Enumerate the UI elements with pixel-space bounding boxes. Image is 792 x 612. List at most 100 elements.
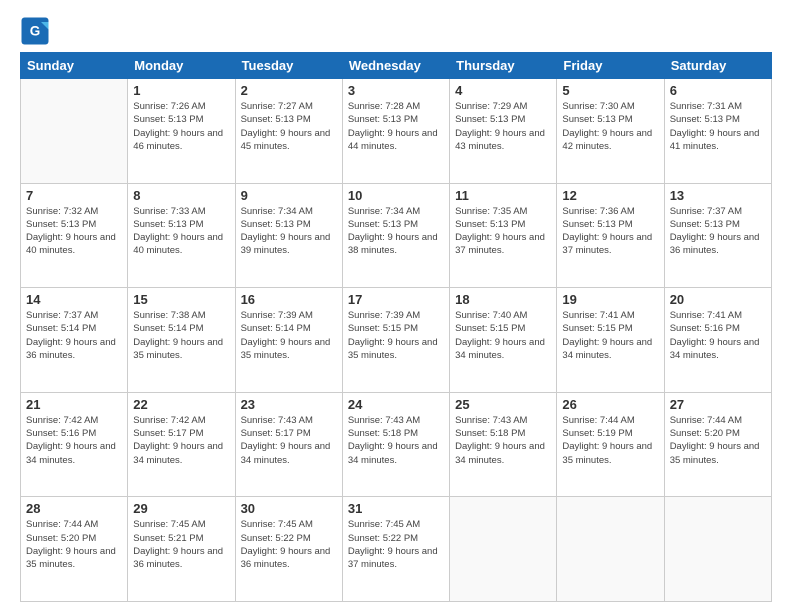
cell-info: Sunrise: 7:38 AMSunset: 5:14 PMDaylight:… bbox=[133, 310, 223, 361]
svg-text:G: G bbox=[30, 24, 41, 39]
day-number: 2 bbox=[241, 83, 337, 98]
cell-info: Sunrise: 7:44 AMSunset: 5:19 PMDaylight:… bbox=[562, 415, 652, 466]
table-row: 24 Sunrise: 7:43 AMSunset: 5:18 PMDaylig… bbox=[342, 392, 449, 497]
day-number: 25 bbox=[455, 397, 551, 412]
cell-info: Sunrise: 7:39 AMSunset: 5:15 PMDaylight:… bbox=[348, 310, 438, 361]
calendar-week-row: 1 Sunrise: 7:26 AMSunset: 5:13 PMDayligh… bbox=[21, 79, 772, 184]
table-row: 11 Sunrise: 7:35 AMSunset: 5:13 PMDaylig… bbox=[450, 183, 557, 288]
day-number: 28 bbox=[26, 501, 122, 516]
table-row: 16 Sunrise: 7:39 AMSunset: 5:14 PMDaylig… bbox=[235, 288, 342, 393]
table-row: 3 Sunrise: 7:28 AMSunset: 5:13 PMDayligh… bbox=[342, 79, 449, 184]
day-number: 17 bbox=[348, 292, 444, 307]
day-number: 11 bbox=[455, 188, 551, 203]
day-number: 27 bbox=[670, 397, 766, 412]
cell-info: Sunrise: 7:26 AMSunset: 5:13 PMDaylight:… bbox=[133, 101, 223, 152]
table-row: 8 Sunrise: 7:33 AMSunset: 5:13 PMDayligh… bbox=[128, 183, 235, 288]
table-row: 21 Sunrise: 7:42 AMSunset: 5:16 PMDaylig… bbox=[21, 392, 128, 497]
calendar-table: Sunday Monday Tuesday Wednesday Thursday… bbox=[20, 52, 772, 602]
cell-info: Sunrise: 7:32 AMSunset: 5:13 PMDaylight:… bbox=[26, 206, 116, 257]
day-number: 6 bbox=[670, 83, 766, 98]
day-number: 3 bbox=[348, 83, 444, 98]
table-row: 14 Sunrise: 7:37 AMSunset: 5:14 PMDaylig… bbox=[21, 288, 128, 393]
day-number: 22 bbox=[133, 397, 229, 412]
table-row: 15 Sunrise: 7:38 AMSunset: 5:14 PMDaylig… bbox=[128, 288, 235, 393]
table-row: 25 Sunrise: 7:43 AMSunset: 5:18 PMDaylig… bbox=[450, 392, 557, 497]
calendar-week-row: 28 Sunrise: 7:44 AMSunset: 5:20 PMDaylig… bbox=[21, 497, 772, 602]
cell-info: Sunrise: 7:29 AMSunset: 5:13 PMDaylight:… bbox=[455, 101, 545, 152]
cell-info: Sunrise: 7:36 AMSunset: 5:13 PMDaylight:… bbox=[562, 206, 652, 257]
table-row: 1 Sunrise: 7:26 AMSunset: 5:13 PMDayligh… bbox=[128, 79, 235, 184]
cell-info: Sunrise: 7:33 AMSunset: 5:13 PMDaylight:… bbox=[133, 206, 223, 257]
cell-info: Sunrise: 7:43 AMSunset: 5:18 PMDaylight:… bbox=[455, 415, 545, 466]
table-row: 5 Sunrise: 7:30 AMSunset: 5:13 PMDayligh… bbox=[557, 79, 664, 184]
col-monday: Monday bbox=[128, 53, 235, 79]
table-row: 27 Sunrise: 7:44 AMSunset: 5:20 PMDaylig… bbox=[664, 392, 771, 497]
day-number: 10 bbox=[348, 188, 444, 203]
table-row: 23 Sunrise: 7:43 AMSunset: 5:17 PMDaylig… bbox=[235, 392, 342, 497]
day-number: 7 bbox=[26, 188, 122, 203]
calendar-header-row: Sunday Monday Tuesday Wednesday Thursday… bbox=[21, 53, 772, 79]
day-number: 31 bbox=[348, 501, 444, 516]
day-number: 20 bbox=[670, 292, 766, 307]
day-number: 1 bbox=[133, 83, 229, 98]
cell-info: Sunrise: 7:45 AMSunset: 5:22 PMDaylight:… bbox=[241, 519, 331, 570]
day-number: 15 bbox=[133, 292, 229, 307]
table-row: 17 Sunrise: 7:39 AMSunset: 5:15 PMDaylig… bbox=[342, 288, 449, 393]
day-number: 21 bbox=[26, 397, 122, 412]
day-number: 26 bbox=[562, 397, 658, 412]
table-row bbox=[450, 497, 557, 602]
table-row: 20 Sunrise: 7:41 AMSunset: 5:16 PMDaylig… bbox=[664, 288, 771, 393]
table-row: 29 Sunrise: 7:45 AMSunset: 5:21 PMDaylig… bbox=[128, 497, 235, 602]
calendar-week-row: 21 Sunrise: 7:42 AMSunset: 5:16 PMDaylig… bbox=[21, 392, 772, 497]
day-number: 8 bbox=[133, 188, 229, 203]
table-row: 13 Sunrise: 7:37 AMSunset: 5:13 PMDaylig… bbox=[664, 183, 771, 288]
cell-info: Sunrise: 7:45 AMSunset: 5:21 PMDaylight:… bbox=[133, 519, 223, 570]
day-number: 24 bbox=[348, 397, 444, 412]
col-sunday: Sunday bbox=[21, 53, 128, 79]
table-row: 10 Sunrise: 7:34 AMSunset: 5:13 PMDaylig… bbox=[342, 183, 449, 288]
day-number: 16 bbox=[241, 292, 337, 307]
table-row: 19 Sunrise: 7:41 AMSunset: 5:15 PMDaylig… bbox=[557, 288, 664, 393]
table-row: 18 Sunrise: 7:40 AMSunset: 5:15 PMDaylig… bbox=[450, 288, 557, 393]
day-number: 12 bbox=[562, 188, 658, 203]
calendar-week-row: 7 Sunrise: 7:32 AMSunset: 5:13 PMDayligh… bbox=[21, 183, 772, 288]
cell-info: Sunrise: 7:45 AMSunset: 5:22 PMDaylight:… bbox=[348, 519, 438, 570]
table-row: 26 Sunrise: 7:44 AMSunset: 5:19 PMDaylig… bbox=[557, 392, 664, 497]
col-tuesday: Tuesday bbox=[235, 53, 342, 79]
cell-info: Sunrise: 7:41 AMSunset: 5:16 PMDaylight:… bbox=[670, 310, 760, 361]
cell-info: Sunrise: 7:37 AMSunset: 5:13 PMDaylight:… bbox=[670, 206, 760, 257]
cell-info: Sunrise: 7:34 AMSunset: 5:13 PMDaylight:… bbox=[241, 206, 331, 257]
table-row: 7 Sunrise: 7:32 AMSunset: 5:13 PMDayligh… bbox=[21, 183, 128, 288]
day-number: 4 bbox=[455, 83, 551, 98]
table-row bbox=[557, 497, 664, 602]
table-row: 4 Sunrise: 7:29 AMSunset: 5:13 PMDayligh… bbox=[450, 79, 557, 184]
day-number: 18 bbox=[455, 292, 551, 307]
calendar-week-row: 14 Sunrise: 7:37 AMSunset: 5:14 PMDaylig… bbox=[21, 288, 772, 393]
cell-info: Sunrise: 7:27 AMSunset: 5:13 PMDaylight:… bbox=[241, 101, 331, 152]
logo: G bbox=[20, 16, 54, 46]
cell-info: Sunrise: 7:43 AMSunset: 5:18 PMDaylight:… bbox=[348, 415, 438, 466]
cell-info: Sunrise: 7:35 AMSunset: 5:13 PMDaylight:… bbox=[455, 206, 545, 257]
cell-info: Sunrise: 7:41 AMSunset: 5:15 PMDaylight:… bbox=[562, 310, 652, 361]
day-number: 13 bbox=[670, 188, 766, 203]
cell-info: Sunrise: 7:39 AMSunset: 5:14 PMDaylight:… bbox=[241, 310, 331, 361]
cell-info: Sunrise: 7:44 AMSunset: 5:20 PMDaylight:… bbox=[26, 519, 116, 570]
table-row bbox=[21, 79, 128, 184]
table-row: 30 Sunrise: 7:45 AMSunset: 5:22 PMDaylig… bbox=[235, 497, 342, 602]
table-row: 22 Sunrise: 7:42 AMSunset: 5:17 PMDaylig… bbox=[128, 392, 235, 497]
col-saturday: Saturday bbox=[664, 53, 771, 79]
day-number: 29 bbox=[133, 501, 229, 516]
header: G bbox=[20, 16, 772, 46]
table-row: 28 Sunrise: 7:44 AMSunset: 5:20 PMDaylig… bbox=[21, 497, 128, 602]
cell-info: Sunrise: 7:31 AMSunset: 5:13 PMDaylight:… bbox=[670, 101, 760, 152]
page: G Sunday Monday Tuesday Wednesday Thursd… bbox=[0, 0, 792, 612]
table-row: 2 Sunrise: 7:27 AMSunset: 5:13 PMDayligh… bbox=[235, 79, 342, 184]
logo-icon: G bbox=[20, 16, 50, 46]
table-row bbox=[664, 497, 771, 602]
table-row: 9 Sunrise: 7:34 AMSunset: 5:13 PMDayligh… bbox=[235, 183, 342, 288]
day-number: 14 bbox=[26, 292, 122, 307]
col-friday: Friday bbox=[557, 53, 664, 79]
day-number: 19 bbox=[562, 292, 658, 307]
cell-info: Sunrise: 7:42 AMSunset: 5:17 PMDaylight:… bbox=[133, 415, 223, 466]
day-number: 23 bbox=[241, 397, 337, 412]
